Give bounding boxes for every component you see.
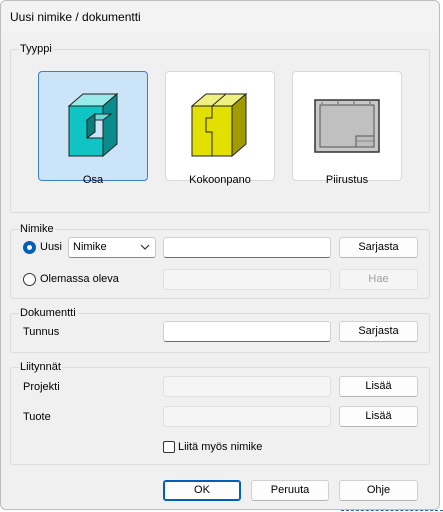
type-label-drawing: Piirustus [325,174,369,186]
existing-item-radio[interactable] [23,273,36,286]
type-label-part: Osa [82,174,104,186]
item-name-input[interactable] [163,237,331,258]
attach-item-checkbox-label: Liitä myös nimike [178,441,263,453]
chevron-down-icon [140,244,150,250]
part-icon [67,92,119,158]
type-group-legend: Tyyppi [19,43,53,55]
project-input [163,376,331,397]
help-button[interactable]: Ohje [339,480,418,501]
add-product-button[interactable]: Lisää [339,406,418,427]
document-group: Dokumentti Tunnus Sarjasta [10,307,430,353]
cancel-button[interactable]: Peruuta [251,480,329,501]
new-item-dialog: Uusi nimike / dokumentti Tyyppi Osa Koko… [0,0,440,510]
type-card-part[interactable] [38,71,148,181]
type-card-assembly[interactable] [165,71,275,181]
product-input [163,406,331,427]
existing-item-input [163,269,331,290]
item-group: Nimike Uusi Nimike Sarjasta Olemassa ole… [10,223,430,299]
item-group-legend: Nimike [19,223,55,235]
drawing-icon [314,99,380,153]
type-group: Tyyppi Osa Kokoonpano Piirustus [10,43,430,213]
item-type-select-value: Nimike [73,241,107,253]
links-group-legend: Liitynnät [19,361,62,373]
ok-button[interactable]: OK [163,480,241,501]
type-card-drawing[interactable] [292,71,402,181]
existing-item-radio-label: Olemassa oleva [40,273,119,285]
new-item-radio[interactable] [23,241,36,254]
title-bar: Uusi nimike / dokumentti [1,1,439,33]
attach-item-checkbox[interactable] [163,441,175,453]
product-label: Tuote [23,411,51,423]
document-id-label: Tunnus [23,326,60,338]
search-existing-button: Hae [339,269,418,290]
item-series-button[interactable]: Sarjasta [339,237,418,258]
document-group-legend: Dokumentti [19,307,77,319]
new-item-radio-label: Uusi [40,241,63,253]
item-type-select[interactable]: Nimike [68,237,156,258]
document-id-input[interactable] [163,321,331,342]
document-series-button[interactable]: Sarjasta [339,321,418,342]
dialog-title: Uusi nimike / dokumentti [10,10,141,24]
project-label: Projekti [23,381,60,393]
add-project-button[interactable]: Lisää [339,376,418,397]
links-group: Liitynnät Projekti Lisää Tuote Lisää Lii… [10,361,430,465]
type-label-assembly: Kokoonpano [189,174,251,186]
assembly-icon [190,92,248,158]
